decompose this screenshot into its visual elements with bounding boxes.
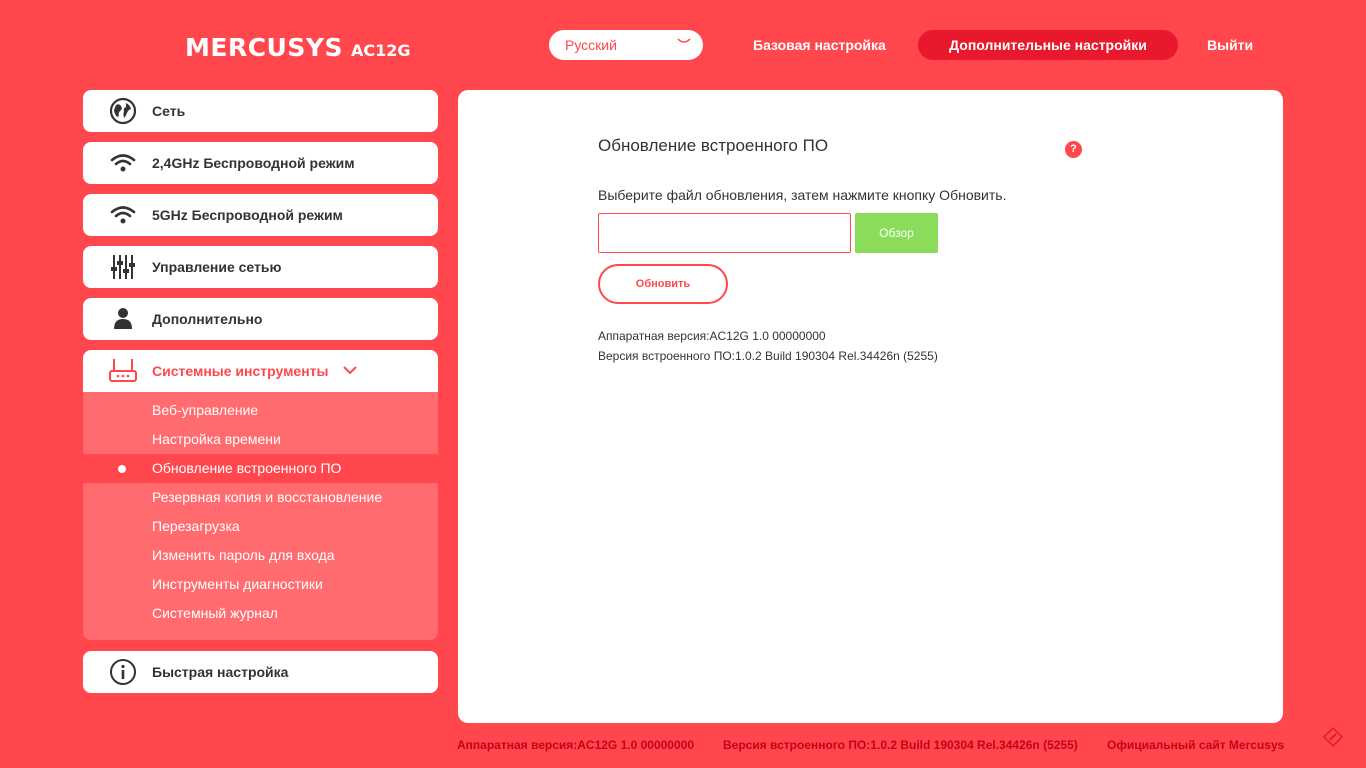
sidebar-item-network-control[interactable]: Управление сетью [83, 246, 438, 288]
edit-icon[interactable] [1322, 726, 1344, 748]
chevron-down-icon [343, 366, 357, 375]
submenu-backup-restore[interactable]: Резервная копия и восстановление [83, 483, 438, 512]
file-path-input[interactable] [598, 213, 851, 253]
user-icon [109, 305, 137, 333]
footer-firmware-version: Версия встроенного ПО:1.0.2 Build 190304… [723, 738, 1078, 752]
language-select[interactable]: Русский [549, 30, 703, 60]
wifi-icon [109, 149, 137, 177]
sidebar-item-label: Управление сетью [152, 259, 282, 275]
official-site-link[interactable]: Официальный сайт Mercusys [1107, 738, 1284, 752]
brand-name: MERCUSYS [185, 33, 343, 62]
system-tools-submenu: Веб-управление Настройка времени Обновле… [83, 392, 438, 640]
sidebar-item-system-tools[interactable]: Системные инструменты [83, 350, 438, 392]
sidebar-item-label: 2,4GHz Беспроводной режим [152, 155, 355, 171]
sidebar-item-wifi-5[interactable]: 5GHz Беспроводной режим [83, 194, 438, 236]
globe-icon [109, 97, 137, 125]
submenu-diagnostics[interactable]: Инструменты диагностики [83, 570, 438, 599]
router-icon [109, 357, 137, 385]
submenu-reboot[interactable]: Перезагрузка [83, 512, 438, 541]
wifi-icon [109, 201, 137, 229]
active-indicator-dot [118, 465, 126, 473]
model-name: AC12G [350, 41, 411, 60]
submenu-change-password[interactable]: Изменить пароль для входа [83, 541, 438, 570]
firmware-version: Версия встроенного ПО:1.0.2 Build 190304… [598, 349, 938, 363]
sidebar-item-label: Дополнительно [152, 311, 263, 327]
help-icon[interactable]: ? [1065, 141, 1082, 158]
update-button[interactable]: Обновить [598, 264, 728, 304]
logo: MERCUSYS AC12G [185, 33, 411, 62]
sidebar-item-network[interactable]: Сеть [83, 90, 438, 132]
sidebar-item-label: Системные инструменты [152, 363, 329, 379]
submenu-firmware-upgrade[interactable]: Обновление встроенного ПО [83, 454, 438, 483]
sidebar-item-wifi-24[interactable]: 2,4GHz Беспроводной режим [83, 142, 438, 184]
sidebar-item-quick-setup[interactable]: Быстрая настройка [83, 651, 438, 693]
language-value: Русский [565, 37, 617, 53]
instruction-text: Выберите файл обновления, затем нажмите … [598, 187, 1007, 203]
nav-advanced-settings[interactable]: Дополнительные настройки [918, 30, 1178, 60]
submenu-time-settings[interactable]: Настройка времени [83, 425, 438, 454]
submenu-label: Обновление встроенного ПО [152, 460, 342, 476]
page-title: Обновление встроенного ПО [598, 136, 829, 155]
chevron-down-icon [677, 38, 691, 43]
hardware-version: Аппаратная версия:AC12G 1.0 00000000 [598, 329, 826, 343]
sidebar-item-advanced[interactable]: Дополнительно [83, 298, 438, 340]
sidebar-item-label: 5GHz Беспроводной режим [152, 207, 343, 223]
footer-hardware-version: Аппаратная версия:AC12G 1.0 00000000 [457, 738, 694, 752]
sidebar-item-label: Быстрая настройка [152, 664, 289, 680]
sliders-icon [109, 253, 137, 281]
nav-basic-settings[interactable]: Базовая настройка [753, 30, 886, 60]
submenu-system-log[interactable]: Системный журнал [83, 599, 438, 628]
browse-button[interactable]: Обзор [855, 213, 938, 253]
sidebar-item-label: Сеть [152, 103, 186, 119]
main-panel: Обновление встроенного ПО ? Выберите фай… [458, 90, 1283, 723]
submenu-web-management[interactable]: Веб-управление [83, 396, 438, 425]
logout-link[interactable]: Выйти [1207, 30, 1253, 60]
info-icon [109, 658, 137, 686]
